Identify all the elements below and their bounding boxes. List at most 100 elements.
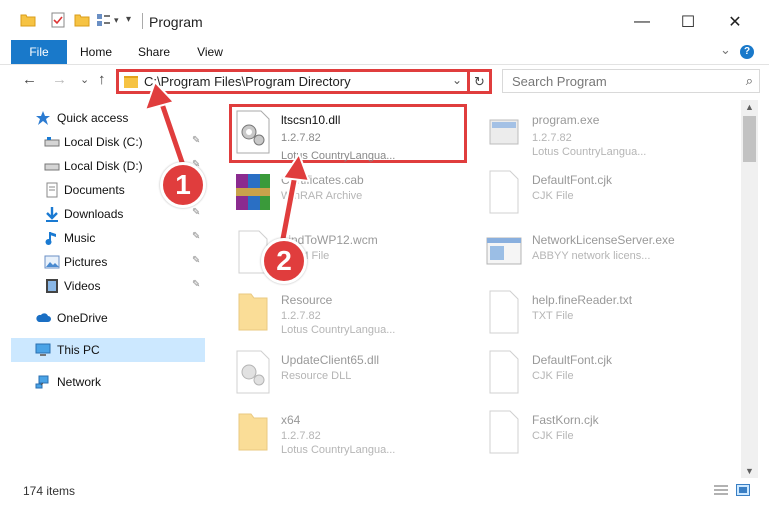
file-item-ltscsn10-dll[interactable]: ltscsn10.dll 1.2.7.82 Lotus CountryLangu…	[233, 106, 473, 162]
file-version: 1.2.7.82	[281, 310, 321, 322]
back-icon[interactable]: ←	[22, 71, 37, 88]
sidebar-item-local-disk-c[interactable]: Local Disk (C:) ✎	[11, 130, 205, 154]
vertical-scrollbar[interactable]: ▲ ▼	[741, 100, 758, 478]
folder-icon	[238, 293, 268, 331]
pin-icon[interactable]: ✎	[192, 231, 200, 242]
file-item-updateclient65-dll[interactable]: UpdateClient65.dll Resource DLL	[233, 346, 473, 402]
file-item-fastkorn-cjk[interactable]: FastKorn.cjk CJK File	[484, 406, 724, 462]
scroll-down-icon[interactable]: ▼	[745, 466, 754, 476]
tab-home[interactable]: Home	[74, 40, 118, 64]
file-description: Lotus CountryLangua...	[281, 324, 396, 336]
address-dropdown-icon[interactable]: ⌄	[452, 73, 462, 87]
videos-icon	[46, 279, 58, 293]
drive-icon	[44, 137, 60, 147]
sidebar-item-quick-access[interactable]: Quick access	[11, 106, 205, 130]
sidebar-item-label: Downloads	[64, 207, 124, 221]
network-icon	[35, 375, 49, 389]
file-version: 1.2.7.82	[281, 132, 321, 144]
navigation-pane: Quick access Local Disk (C:) ✎ Local Dis…	[11, 100, 205, 478]
window-title: Program	[149, 14, 203, 30]
address-bar[interactable]: C:\Program Files\Program Directory ⌄ ↻	[116, 69, 492, 94]
minimize-icon: —	[634, 13, 650, 30]
file-icon	[489, 410, 519, 454]
file-name: FastKorn.cjk	[532, 413, 599, 427]
file-name: program.exe	[532, 113, 600, 127]
maximize-icon: ☐	[680, 14, 696, 31]
search-box[interactable]: Search Program ⌕	[502, 69, 760, 93]
minimize-button[interactable]: —	[628, 10, 656, 34]
step-2-badge: 2	[261, 238, 307, 284]
file-type: CJK File	[532, 190, 574, 202]
file-icon	[489, 290, 519, 334]
address-folder-icon	[124, 76, 138, 88]
file-item-resource[interactable]: Resource 1.2.7.82 Lotus CountryLangua...	[233, 286, 473, 342]
help-icon[interactable]: ?	[740, 45, 754, 59]
drive-icon	[44, 163, 60, 171]
file-type: CJK File	[532, 430, 574, 442]
sidebar-item-label: Pictures	[64, 255, 108, 269]
sidebar-item-label: Music	[64, 231, 96, 245]
properties-icon[interactable]	[50, 12, 66, 28]
view-options-icon[interactable]	[96, 12, 112, 28]
search-icon: ⌕	[745, 73, 753, 88]
search-input[interactable]: Search Program	[512, 74, 607, 89]
navigation-bar: ← → ⌄ ↑ C:\Program Files\Program Directo…	[0, 66, 769, 96]
computer-icon	[35, 343, 51, 356]
app-icon	[486, 237, 522, 265]
tab-share[interactable]: Share	[132, 40, 176, 64]
sidebar-item-onedrive[interactable]: OneDrive	[11, 306, 205, 330]
maximize-button[interactable]: ☐	[674, 10, 702, 34]
details-view-icon[interactable]	[714, 484, 728, 496]
sidebar-item-network[interactable]: Network	[11, 370, 205, 394]
downloads-icon	[46, 207, 58, 222]
customize-qa-icon[interactable]: ▾	[126, 14, 131, 25]
new-folder-icon[interactable]	[74, 12, 90, 28]
file-type: Resource DLL	[281, 370, 352, 382]
file-version: 1.2.7.82	[281, 430, 321, 442]
up-icon[interactable]: ↑	[98, 71, 106, 88]
file-name: DefaultFont.cjk	[532, 173, 613, 187]
sidebar-item-music[interactable]: Music ✎	[11, 226, 205, 250]
pin-icon[interactable]: ✎	[192, 207, 200, 218]
sidebar-item-videos[interactable]: Videos ✎	[11, 274, 205, 298]
archive-icon	[236, 174, 270, 210]
close-button[interactable]: ✕	[721, 10, 749, 34]
qa-dropdown-icon[interactable]: ▾	[114, 15, 119, 26]
file-item-certificates-cab[interactable]: Certificates.cab WinRAR Archive	[233, 166, 473, 222]
sidebar-item-pictures[interactable]: Pictures ✎	[11, 250, 205, 274]
sidebar-item-this-pc[interactable]: This PC	[11, 338, 205, 362]
file-name: NetworkLicenseServer.exe	[532, 233, 675, 247]
file-item-networklicenseserver-exe[interactable]: NetworkLicenseServer.exe ABBYY network l…	[484, 226, 724, 282]
sidebar-item-label: OneDrive	[57, 311, 108, 325]
music-icon	[45, 232, 56, 245]
sidebar-item-label: Videos	[64, 279, 101, 293]
file-icon	[489, 170, 519, 214]
file-item-defaultfont-cjk[interactable]: DefaultFont.cjk CJK File	[484, 166, 724, 222]
refresh-button[interactable]: ↻	[467, 69, 489, 94]
tab-file[interactable]: File	[11, 40, 67, 64]
ribbon-expand-icon[interactable]: ⌄	[720, 42, 731, 58]
large-icons-view-icon[interactable]	[736, 484, 750, 496]
pin-icon[interactable]: ✎	[192, 255, 200, 266]
sidebar-item-label: Network	[57, 375, 102, 389]
refresh-icon: ↻	[474, 73, 485, 89]
scroll-up-icon[interactable]: ▲	[745, 102, 754, 112]
title-separator	[142, 13, 143, 29]
pictures-icon	[44, 255, 60, 269]
recent-locations-icon[interactable]: ⌄	[80, 73, 89, 86]
pin-icon[interactable]: ✎	[192, 279, 200, 290]
file-icon	[489, 350, 519, 394]
file-item-help-finereader-txt[interactable]: help.fineReader.txt TXT File	[484, 286, 724, 342]
file-description: Lotus CountryLangua...	[281, 150, 396, 162]
file-item-x64[interactable]: x64 1.2.7.82 Lotus CountryLangua...	[233, 406, 473, 462]
scroll-thumb[interactable]	[743, 116, 756, 162]
tab-view[interactable]: View	[188, 40, 232, 64]
sidebar-item-label: This PC	[57, 343, 100, 357]
address-path[interactable]: C:\Program Files\Program Directory	[144, 74, 351, 89]
sidebar-item-label: Local Disk (C:)	[64, 135, 143, 149]
file-item-program-exe[interactable]: program.exe 1.2.7.82 Lotus CountryLangua…	[484, 106, 724, 162]
file-item-defaultfont-cjk-2[interactable]: DefaultFont.cjk CJK File	[484, 346, 724, 402]
pin-icon[interactable]: ✎	[192, 135, 200, 146]
forward-icon[interactable]: →	[52, 71, 67, 88]
exe-icon	[489, 119, 519, 145]
